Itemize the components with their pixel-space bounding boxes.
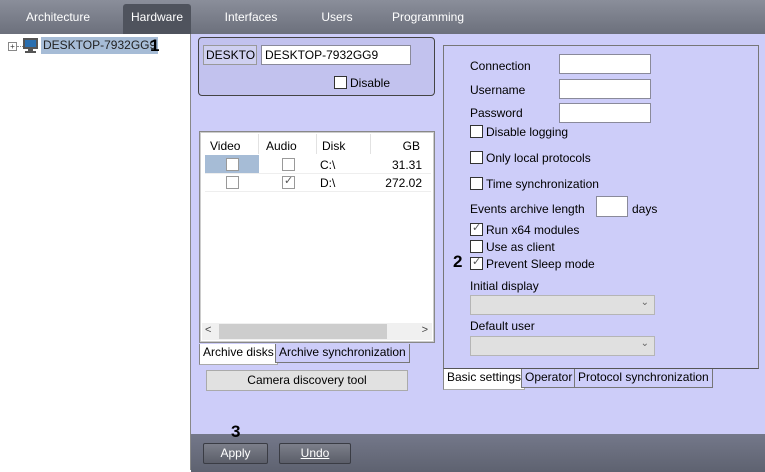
default-user-label: Default user <box>470 319 535 333</box>
video-checkbox[interactable] <box>226 158 239 171</box>
device-group: DESKTOF DESKTOP-7932GG9 Disable <box>198 37 435 96</box>
tab-programming[interactable]: Programming <box>390 4 466 34</box>
run-x64-modules-checkbox[interactable] <box>470 221 483 236</box>
horizontal-scrollbar[interactable]: < > <box>202 323 432 340</box>
disk-name: C:\ <box>320 158 336 172</box>
password-label: Password <box>470 106 523 120</box>
initial-display-select[interactable]: ⌄ <box>470 295 655 315</box>
connection-input[interactable] <box>559 54 651 74</box>
events-archive-length-label: Events archive length <box>470 202 585 216</box>
callout-1: 1 <box>150 36 160 55</box>
chevron-down-icon: ⌄ <box>640 338 649 349</box>
prevent-sleep-mode-checkbox[interactable] <box>470 255 483 270</box>
column-header-disk[interactable]: Disk <box>322 139 345 153</box>
apply-button[interactable]: Apply <box>203 443 268 464</box>
tab-protocol-synchronization[interactable]: Protocol synchronization <box>574 369 713 388</box>
camera-discovery-tool-button[interactable]: Camera discovery tool <box>206 370 408 391</box>
computer-icon <box>23 38 38 54</box>
username-label: Username <box>470 83 526 97</box>
prevent-sleep-mode-label: Prevent Sleep mode <box>486 257 595 271</box>
username-input[interactable] <box>559 79 651 99</box>
disable-logging-checkbox[interactable] <box>470 125 483 138</box>
hardware-tree: + DESKTOP-7932GG9 1 <box>0 34 191 470</box>
days-label: days <box>632 202 658 216</box>
only-local-protocols-checkbox[interactable] <box>470 151 483 164</box>
tab-operator[interactable]: Operator <box>521 369 577 388</box>
chevron-down-icon: ⌄ <box>640 297 649 308</box>
disable-logging-label: Disable logging <box>486 125 569 139</box>
scroll-right-icon[interactable]: > <box>422 324 428 336</box>
expand-icon[interactable]: + <box>8 42 17 51</box>
time-synchronization-label: Time synchronization <box>486 177 599 191</box>
scroll-left-icon[interactable]: < <box>205 324 211 336</box>
undo-button[interactable]: Undo <box>279 443 351 464</box>
run-x64-modules-label: Run x64 modules <box>486 223 580 237</box>
tab-hardware[interactable]: Hardware <box>123 4 191 34</box>
disk-name: D:\ <box>320 176 336 190</box>
video-checkbox[interactable] <box>226 176 239 189</box>
tab-users[interactable]: Users <box>314 4 360 34</box>
password-input[interactable] <box>559 103 651 123</box>
tree-node-computer[interactable]: DESKTOP-7932GG9 <box>41 37 159 54</box>
tab-basic-settings[interactable]: Basic settings <box>443 369 526 390</box>
callout-2: 2 <box>453 252 463 271</box>
disk-size: 272.02 <box>385 176 422 190</box>
disk-size: 31.31 <box>391 158 422 172</box>
use-as-client-checkbox[interactable] <box>470 240 483 253</box>
column-header-gb[interactable]: GB <box>403 139 420 153</box>
column-header-video[interactable]: Video <box>210 139 240 153</box>
top-tab-bar: Architecture Hardware Interfaces Users P… <box>0 0 765 34</box>
basic-settings-group: Connection Username Password Disable log… <box>443 45 759 369</box>
callout-3: 3 <box>231 422 241 441</box>
tab-archive-synchronization[interactable]: Archive synchronization <box>275 344 410 363</box>
connection-label: Connection <box>470 59 531 73</box>
scrollbar-thumb[interactable] <box>219 324 387 339</box>
use-as-client-label: Use as client <box>486 240 555 254</box>
tab-architecture[interactable]: Architecture <box>18 4 98 34</box>
disable-checkbox[interactable] <box>334 76 347 89</box>
device-name-input[interactable]: DESKTOP-7932GG9 <box>261 45 411 65</box>
tab-interfaces[interactable]: Interfaces <box>218 4 284 34</box>
audio-checkbox[interactable] <box>282 158 295 171</box>
audio-checkbox[interactable] <box>282 174 295 189</box>
bottom-action-bar: Apply Undo <box>191 434 765 472</box>
archive-disks-list[interactable]: Video Audio Disk GB C:\ 31.31 D:\ 272.02… <box>199 131 435 343</box>
disable-label: Disable <box>350 76 391 90</box>
time-synchronization-checkbox[interactable] <box>470 177 483 190</box>
events-archive-length-input[interactable] <box>596 196 628 217</box>
only-local-protocols-label: Only local protocols <box>486 151 591 165</box>
default-user-select[interactable]: ⌄ <box>470 336 655 356</box>
initial-display-label: Initial display <box>470 279 539 293</box>
tab-archive-disks[interactable]: Archive disks <box>199 344 278 365</box>
device-name-label: DESKTOF <box>203 45 257 65</box>
column-header-audio[interactable]: Audio <box>266 139 297 153</box>
settings-panel: DESKTOF DESKTOP-7932GG9 Disable Video Au… <box>191 34 765 434</box>
